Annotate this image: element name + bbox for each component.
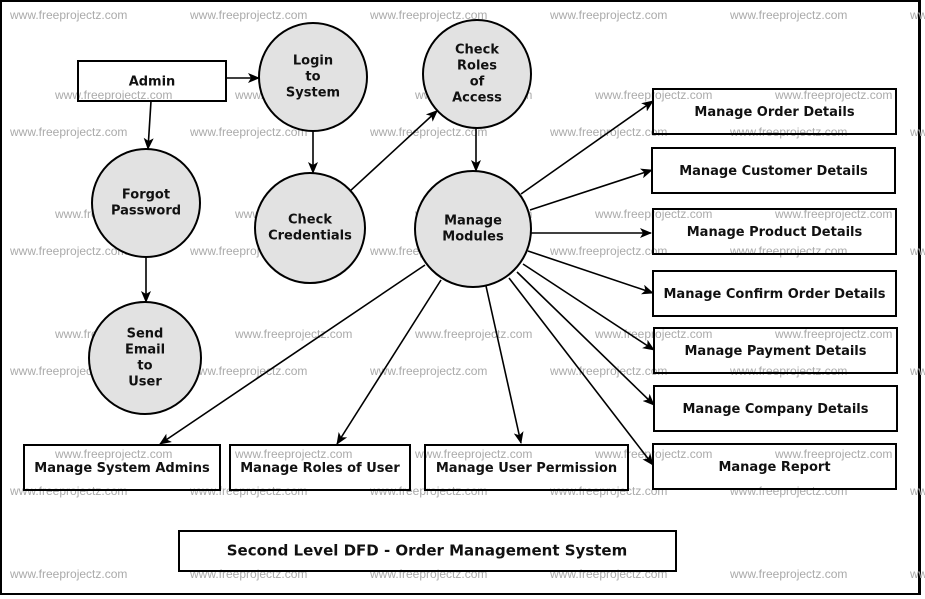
- watermark-text: www.freeprojectz.com: [414, 447, 532, 461]
- flow-arrow-modules-to-payment: [522, 263, 655, 351]
- entity-label: Manage Customer Details: [679, 164, 868, 179]
- watermark-text: www.freeprojectz.com: [9, 8, 127, 22]
- watermark-text: www.freeprojectz.com: [9, 244, 127, 258]
- process-label: Send: [127, 327, 164, 342]
- entity-label: Manage Company Details: [683, 402, 869, 417]
- entity-label: Manage User Permission: [436, 461, 617, 476]
- process-label: Forgot: [122, 188, 170, 203]
- watermark-text: www.freeprojectz.com: [909, 125, 925, 139]
- watermark-text: www.freeprojectz.com: [234, 447, 352, 461]
- process-label: Manage: [444, 214, 502, 229]
- process-label: User: [128, 375, 162, 390]
- watermark-text: www.freeprojectz.com: [189, 125, 307, 139]
- diagram-title: Second Level DFD - Order Management Syst…: [178, 530, 677, 572]
- entity-confirm[interactable]: Manage Confirm Order Details: [652, 270, 897, 317]
- flow-arrow-modules-to-customer: [529, 168, 653, 211]
- process-label: Modules: [442, 230, 504, 245]
- process-login[interactable]: LogintoSystem: [258, 22, 368, 132]
- dfd-canvas: www.freeprojectz.com www.freeprojectz.com…: [9, 8, 925, 581]
- process-label: System: [286, 86, 340, 101]
- entity-label: Manage Payment Details: [684, 344, 866, 359]
- watermark-text: www.freeprojectz.com: [234, 327, 352, 341]
- title-text: Second Level DFD - Order Management Syst…: [227, 542, 627, 560]
- process-label: to: [305, 70, 320, 85]
- process-label: to: [137, 359, 152, 374]
- entity-label: Manage System Admins: [34, 461, 210, 476]
- watermark-text: www.freeprojectz.com: [729, 484, 847, 498]
- process-label: Credentials: [268, 229, 352, 244]
- entity-label: Manage Roles of User: [240, 461, 400, 476]
- process-sendemail[interactable]: SendEmailtoUser: [88, 301, 202, 415]
- process-label: Roles: [457, 59, 497, 74]
- watermark-text: www.freeprojectz.com: [729, 244, 847, 258]
- watermark-text: www.freeprojectz.com: [729, 125, 847, 139]
- watermark-text: www.freeprojectz.com: [729, 567, 847, 581]
- watermark-text: www.freeprojectz.com: [9, 125, 127, 139]
- watermark-text: www.freeprojectz.com: [549, 364, 667, 378]
- watermark-text: www.freeprojectz.com: [774, 327, 892, 341]
- process-checkroles[interactable]: CheckRolesofAccess: [422, 19, 532, 129]
- entity-label: Manage Order Details: [694, 105, 854, 120]
- watermark-text: www.freeprojectz.com: [774, 88, 892, 102]
- flow-arrow-modules-to-permission: [485, 285, 524, 444]
- process-checkcred[interactable]: CheckCredentials: [254, 172, 366, 284]
- entity-label: Manage Confirm Order Details: [664, 287, 886, 302]
- watermark-text: www.freeprojectz.com: [369, 567, 487, 581]
- process-forgot[interactable]: ForgotPassword: [91, 148, 201, 258]
- process-label: Password: [111, 204, 181, 219]
- watermark-text: www.freeprojectz.com: [54, 447, 172, 461]
- watermark-text: www.freeprojectz.com: [909, 484, 925, 498]
- watermark-text: www.freeprojectz.com: [909, 364, 925, 378]
- watermark-text: www.freeprojectz.com: [9, 567, 127, 581]
- watermark-text: www.freeprojectz.com: [909, 244, 925, 258]
- watermark-text: www.freeprojectz.com: [549, 244, 667, 258]
- watermark-text: www.freeprojectz.com: [729, 8, 847, 22]
- entity-company[interactable]: Manage Company Details: [653, 385, 898, 432]
- process-label: Access: [452, 91, 502, 106]
- process-label: Login: [293, 54, 333, 69]
- entity-label: Admin: [129, 75, 176, 90]
- flow-arrow-admin-to-forgot: [143, 100, 154, 150]
- watermark-text: www.freeprojectz.com: [414, 327, 532, 341]
- process-modules[interactable]: ManageModules: [414, 170, 532, 288]
- watermark-text: www.freeprojectz.com: [909, 567, 925, 581]
- watermark-text: www.freeprojectz.com: [549, 567, 667, 581]
- process-label: Check: [288, 213, 332, 228]
- watermark-text: www.freeprojectz.com: [189, 8, 307, 22]
- watermark-text: www.freeprojectz.com: [189, 364, 307, 378]
- entity-customer[interactable]: Manage Customer Details: [651, 147, 896, 194]
- process-label: Email: [125, 343, 165, 358]
- watermark-text: www.freeprojectz.com: [774, 447, 892, 461]
- process-label: of: [470, 75, 485, 90]
- entity-label: Manage Product Details: [687, 225, 863, 240]
- watermark-text: www.freeprojectz.com: [909, 8, 925, 22]
- watermark-text: www.freeprojectz.com: [189, 567, 307, 581]
- flow-arrow-modules-to-roles: [336, 279, 442, 445]
- watermark-text: www.freeprojectz.com: [54, 88, 172, 102]
- entity-label: Manage Report: [718, 460, 830, 475]
- process-label: Check: [455, 43, 499, 58]
- watermark-text: www.freeprojectz.com: [549, 8, 667, 22]
- flow-arrow-modules-to-order: [520, 100, 654, 195]
- flow-arrow-checkcred-to-checkroles: [349, 109, 439, 192]
- watermark-text: www.freeprojectz.com: [729, 364, 847, 378]
